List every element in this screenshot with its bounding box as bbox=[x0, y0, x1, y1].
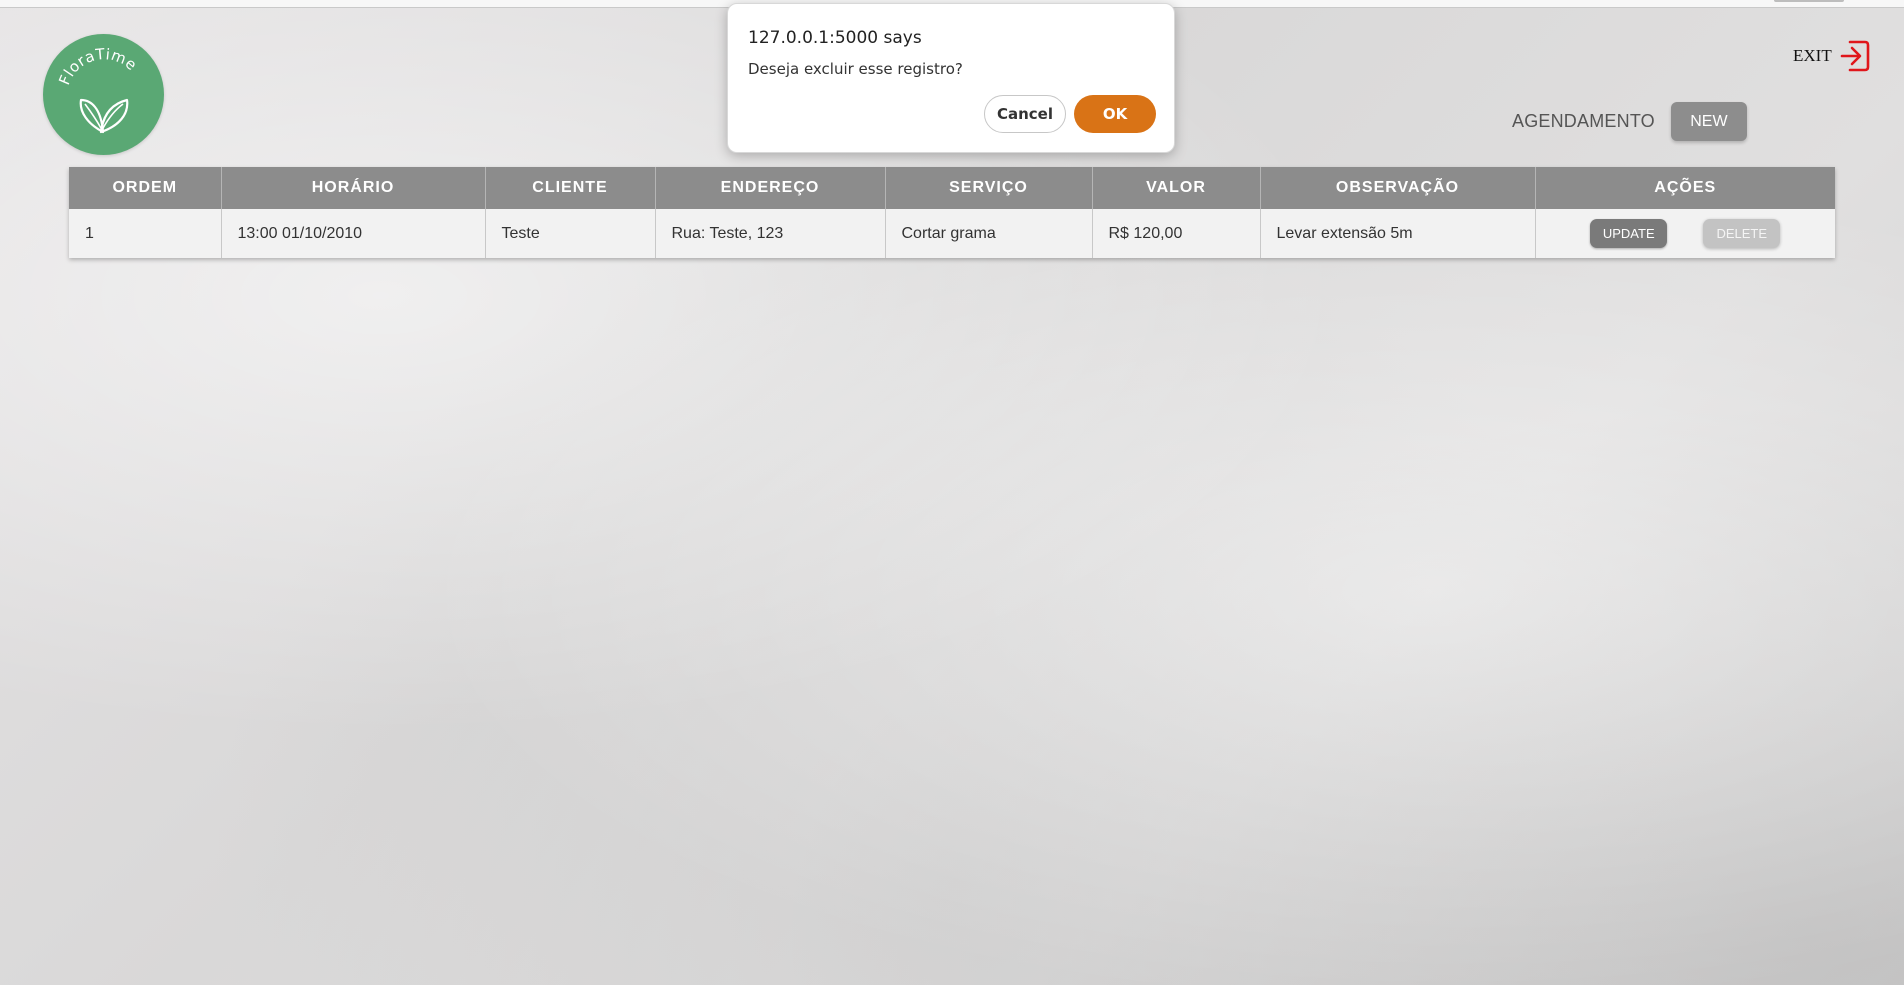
delete-button[interactable]: DELETE bbox=[1703, 219, 1781, 248]
update-button[interactable]: UPDATE bbox=[1590, 219, 1668, 248]
cell-endereco: Rua: Teste, 123 bbox=[654, 209, 885, 258]
column-header-ordem: ORDEM bbox=[69, 167, 221, 209]
logo-text: FloraTime bbox=[55, 45, 140, 88]
column-header-acoes: AÇÕES bbox=[1534, 167, 1835, 209]
table-header-row: ORDEM HORÁRIO CLIENTE ENDEREÇO SERVIÇO V… bbox=[69, 167, 1835, 209]
floratime-logo: FloraTime bbox=[43, 34, 164, 155]
leaf-icon: FloraTime bbox=[55, 45, 140, 134]
cell-observacao: Levar extensão 5m bbox=[1259, 209, 1535, 258]
column-header-cliente: CLIENTE bbox=[484, 167, 655, 209]
dialog-title: 127.0.0.1:5000 says bbox=[748, 28, 922, 48]
column-header-valor: VALOR bbox=[1091, 167, 1260, 209]
table-row: 1 13:00 01/10/2010 Teste Rua: Teste, 123… bbox=[69, 209, 1835, 258]
ok-button[interactable]: OK bbox=[1074, 95, 1156, 133]
column-header-observacao: OBSERVAÇÃO bbox=[1259, 167, 1535, 209]
cell-servico: Cortar grama bbox=[884, 209, 1092, 258]
exit-button[interactable]: EXIT bbox=[1793, 38, 1870, 74]
new-button[interactable]: NEW bbox=[1670, 102, 1747, 141]
cell-horario: 13:00 01/10/2010 bbox=[220, 209, 485, 258]
cell-valor: R$ 120,00 bbox=[1091, 209, 1260, 258]
dialog-message: Deseja excluir esse registro? bbox=[748, 60, 963, 78]
section-title: AGENDAMENTO bbox=[1512, 111, 1655, 131]
sign-out-icon bbox=[1840, 40, 1870, 72]
agenda-header: AGENDAMENTO NEW bbox=[1512, 102, 1747, 141]
cell-acoes: UPDATE DELETE bbox=[1534, 209, 1835, 258]
exit-label: EXIT bbox=[1793, 46, 1832, 65]
appointments-table: ORDEM HORÁRIO CLIENTE ENDEREÇO SERVIÇO V… bbox=[69, 167, 1835, 258]
cancel-button[interactable]: Cancel bbox=[984, 95, 1066, 133]
column-header-endereco: ENDEREÇO bbox=[654, 167, 885, 209]
svg-text:FloraTime: FloraTime bbox=[55, 45, 140, 88]
cell-cliente: Teste bbox=[484, 209, 655, 258]
column-header-horario: HORÁRIO bbox=[220, 167, 485, 209]
cell-ordem: 1 bbox=[69, 209, 221, 258]
browser-tab-hint bbox=[1774, 0, 1844, 2]
column-header-servico: SERVIÇO bbox=[884, 167, 1092, 209]
confirm-dialog: 127.0.0.1:5000 says Deseja excluir esse … bbox=[727, 3, 1175, 153]
